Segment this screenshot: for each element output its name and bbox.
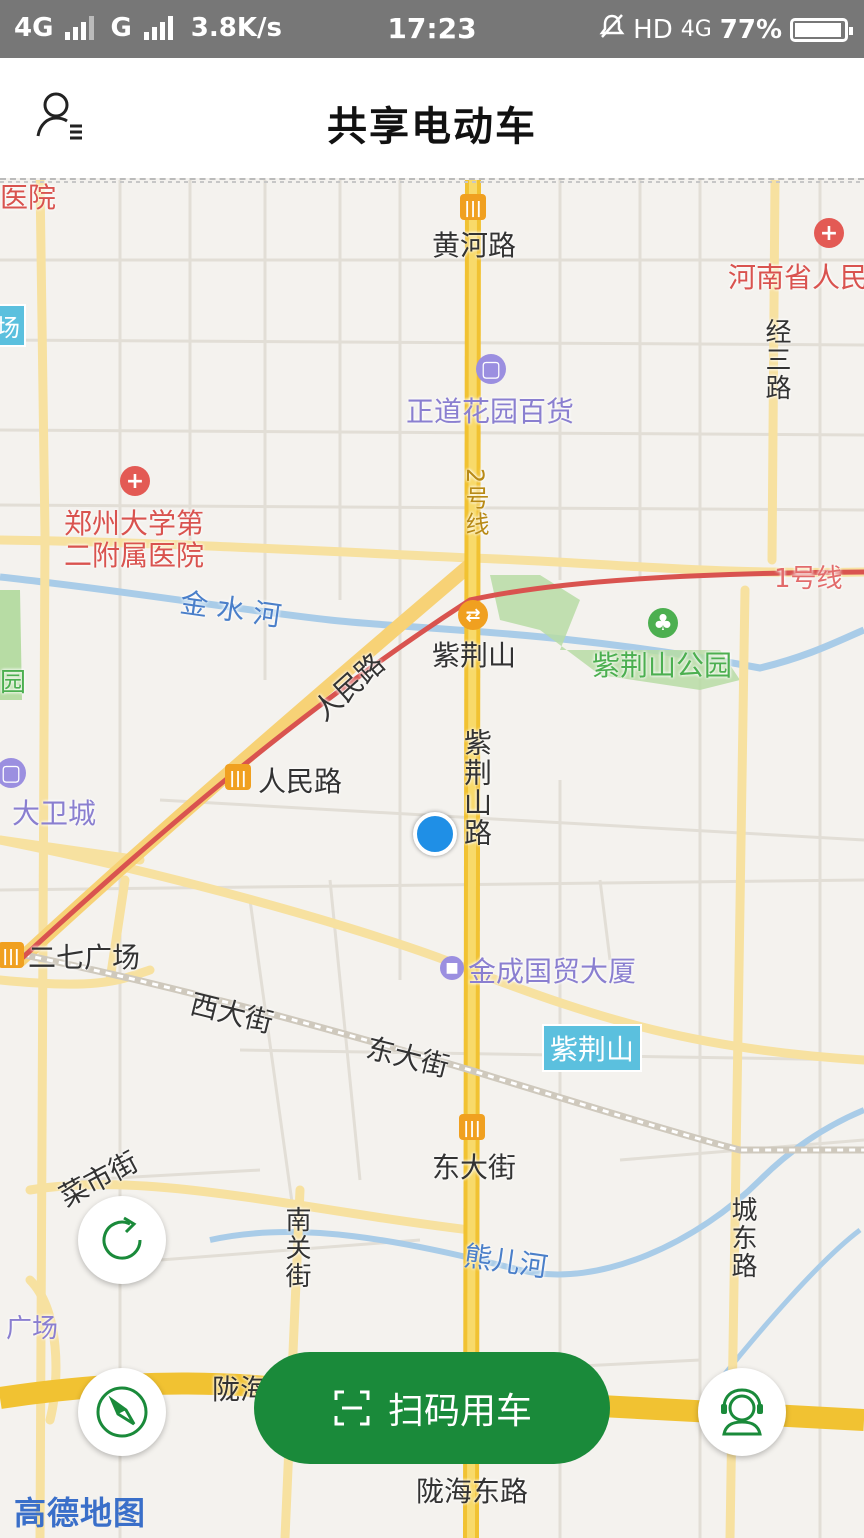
metro-station-icon-3[interactable]: ||| [0, 942, 24, 968]
hospital-icon[interactable]: + [814, 218, 844, 248]
map-label-longhai-east: 陇海东路 [416, 1475, 529, 1508]
current-location-dot [413, 812, 457, 856]
refresh-icon [102, 1216, 142, 1260]
metro-station-icon-2[interactable]: ||| [225, 764, 251, 790]
compass-icon [96, 1386, 148, 1438]
battery-icon [790, 17, 853, 42]
map-label-hospital-top-left: 医院 [0, 181, 57, 214]
scan-icon [334, 1390, 370, 1426]
metro-station-icon[interactable]: ||| [460, 194, 486, 220]
app-bar: 共享电动车 [0, 58, 864, 178]
map-label-left-edge: 场 [0, 304, 26, 347]
map-label-chengdong-road: 城东路 [727, 1196, 757, 1280]
map-label-jincheng: 金成国贸大厦 [468, 955, 637, 988]
map-label-square-left: 广场 [6, 1314, 59, 1344]
map-label-nanguan-street: 南关街 [281, 1206, 311, 1290]
scan-to-ride-button[interactable]: 扫码用车 [254, 1352, 610, 1464]
customer-service-button[interactable] [698, 1368, 786, 1456]
map-label-zijingshan-road: 紫荆山路 [460, 728, 493, 848]
map-label-huanghe-road: 黄河路 [432, 229, 517, 262]
map-canvas [0, 180, 864, 1538]
status-bar: 4G G 3.8K/s 17:23 HD 4G 77% [0, 0, 864, 58]
map-label-line2: 2号线 [461, 468, 489, 538]
metro-transfer-icon[interactable]: ⇄ [458, 600, 488, 630]
customer-service-icon [721, 1388, 763, 1436]
map-label-zijingshan-box: 紫荆山 [542, 1024, 643, 1072]
map-label-zzu-hospital-2: 二附属医院 [64, 539, 205, 572]
hospital-icon-2[interactable]: + [120, 466, 150, 496]
map-label-zijingshan-park: 紫荆山公园 [592, 649, 733, 682]
park-icon[interactable]: ♣ [648, 608, 678, 638]
map-label-zijingshan-station: 紫荆山 [432, 639, 517, 672]
amap-logo: 高德地图 [14, 1494, 147, 1532]
map-label-line1: 1号线 [774, 564, 843, 594]
mute-icon [599, 13, 625, 46]
battery-percent: 77% [719, 14, 782, 45]
map-label-erqi-square: 二七广场 [28, 941, 141, 974]
map-label-dawei-city: 大卫城 [12, 797, 97, 830]
compass-button[interactable] [78, 1368, 166, 1456]
network-type-3: 4G [680, 17, 712, 42]
status-right: HD 4G 77% [599, 13, 853, 46]
map-label-henan-hospital: 河南省人民 [728, 261, 864, 294]
shopping-icon[interactable]: ▢ [476, 354, 506, 384]
map-label-jing3-road: 经三路 [761, 318, 791, 402]
map-view[interactable]: 医院 ||| 黄河路 + 河南省人民 场 经三路 ▢ 正道花园百货 + 郑州大学… [0, 178, 864, 1538]
map-label-zhengdao: 正道花园百货 [406, 395, 575, 428]
map-label-renmin-road-station: 人民路 [258, 765, 343, 798]
refresh-button[interactable] [78, 1196, 166, 1284]
building-icon[interactable]: ■ [440, 956, 464, 980]
scan-button-label: 扫码用车 [387, 1391, 532, 1432]
page-title: 共享电动车 [327, 104, 537, 150]
metro-station-icon-4[interactable]: ||| [459, 1114, 485, 1140]
map-label-park-left: 园 [0, 668, 27, 698]
hd-indicator: HD [633, 14, 673, 45]
map-label-dongdajie-station: 东大街 [432, 1151, 517, 1184]
